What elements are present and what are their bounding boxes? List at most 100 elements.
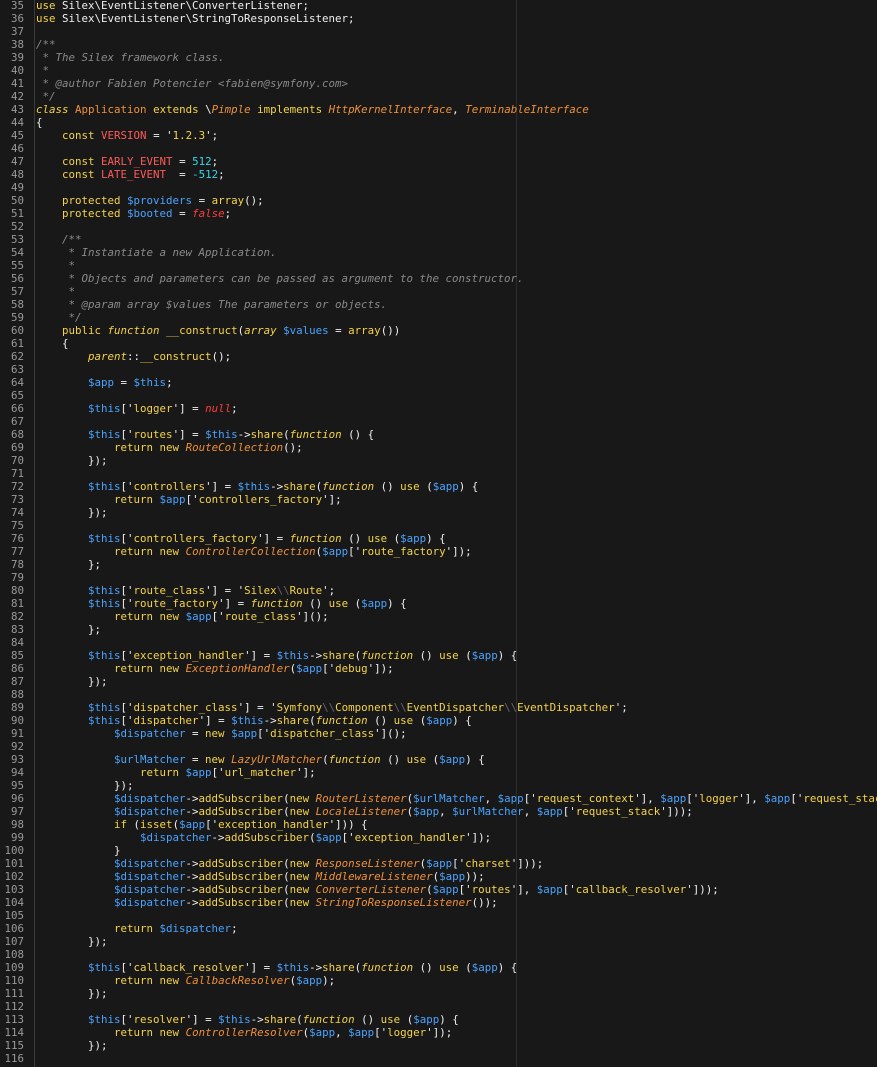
code-line[interactable]: 60 public function __construct(array $va…	[0, 324, 877, 337]
code-token: array	[348, 324, 381, 337]
code-line[interactable]: 66 $this['logger'] = null;	[0, 402, 877, 415]
code-line[interactable]: 57 *	[0, 285, 877, 298]
code-line[interactable]: 99 $dispatcher->addSubscriber($app['exce…	[0, 831, 877, 844]
code-line[interactable]: 115 });	[0, 1039, 877, 1052]
code-line[interactable]: 107 });	[0, 935, 877, 948]
code-line[interactable]: 81 $this['route_factory'] = function () …	[0, 597, 877, 610]
code-line[interactable]: 43 class Application extends \Pimple impl…	[0, 103, 877, 116]
code-line[interactable]: 51 protected $booted = false;	[0, 207, 877, 220]
code-line[interactable]: 90 $this['dispatcher'] = $this->share(fu…	[0, 714, 877, 727]
code-line[interactable]: 38 /**	[0, 38, 877, 51]
code-line[interactable]: 37	[0, 25, 877, 38]
code-line[interactable]: 97 $dispatcher->addSubscriber(new Locale…	[0, 805, 877, 818]
code-line[interactable]: 54 * Instantiate a new Application.	[0, 246, 877, 259]
code-line[interactable]: 94 return $app['url_matcher'];	[0, 766, 877, 779]
code-line[interactable]: 62 parent::__construct();	[0, 350, 877, 363]
code-editor[interactable]: 35 use Silex\EventListener\ConverterListe…	[0, 0, 877, 1067]
code-line[interactable]: 78 };	[0, 558, 877, 571]
code-line[interactable]: 105	[0, 909, 877, 922]
code-line[interactable]: 39 * The Silex framework class.	[0, 51, 877, 64]
line-number: 108	[4, 948, 24, 961]
code-line[interactable]: 95 });	[0, 779, 877, 792]
code-token: ,	[439, 805, 453, 818]
code-line[interactable]: 91 $dispatcher = new $app['dispatcher_cl…	[0, 727, 877, 740]
code-line[interactable]: 65	[0, 389, 877, 402]
code-token: ->	[309, 649, 323, 662]
code-line[interactable]: 114 return new ControllerResolver($app, …	[0, 1026, 877, 1039]
code-line[interactable]: 85 $this['exception_handler'] = $this->s…	[0, 649, 877, 662]
code-line[interactable]: 64 $app = $this;	[0, 376, 877, 389]
code-line[interactable]: 58 * @param array $values The parameters…	[0, 298, 877, 311]
code-line[interactable]: 100 }	[0, 844, 877, 857]
code-line[interactable]: 89 $this['dispatcher_class'] = 'Symfony\…	[0, 701, 877, 714]
code-line[interactable]: 112	[0, 1000, 877, 1013]
code-line[interactable]: 48 const LATE_EVENT = -512;	[0, 168, 877, 181]
code-line[interactable]: 41 * @author Fabien Potencier <fabien@sy…	[0, 77, 877, 90]
code-line[interactable]: 101 $dispatcher->addSubscriber(new Respo…	[0, 857, 877, 870]
code-lines[interactable]: 35 use Silex\EventListener\ConverterListe…	[0, 0, 877, 1065]
code-line[interactable]: 76 $this['controllers_factory'] = functi…	[0, 532, 877, 545]
code-line[interactable]: 113 $this['resolver'] = $this->share(fun…	[0, 1013, 877, 1026]
code-line[interactable]: 79	[0, 571, 877, 584]
code-line[interactable]: 86 return new ExceptionHandler($app['deb…	[0, 662, 877, 675]
code-text: $this['routes'] = $this->share(function …	[36, 428, 374, 441]
code-line[interactable]: 82 return new $app['route_class']();	[0, 610, 877, 623]
code-token: Component	[335, 701, 394, 714]
code-line[interactable]: 87 });	[0, 675, 877, 688]
code-line[interactable]: 104 $dispatcher->addSubscriber(new Strin…	[0, 896, 877, 909]
code-line[interactable]: 49	[0, 181, 877, 194]
code-line[interactable]: 103 $dispatcher->addSubscriber(new Conve…	[0, 883, 877, 896]
code-token: ) {	[387, 597, 407, 610]
code-line[interactable]: 56 * Objects and parameters can be passe…	[0, 272, 877, 285]
code-line[interactable]: 110 return new CallbackResolver($app);	[0, 974, 877, 987]
code-line[interactable]: 116	[0, 1052, 877, 1065]
code-line[interactable]: 63	[0, 363, 877, 376]
code-line[interactable]: 98 if (isset($app['exception_handler']))…	[0, 818, 877, 831]
code-line[interactable]: 45 const VERSION = '1.2.3';	[0, 129, 877, 142]
code-line[interactable]: 102 $dispatcher->addSubscriber(new Middl…	[0, 870, 877, 883]
code-line[interactable]: 68 $this['routes'] = $this->share(functi…	[0, 428, 877, 441]
code-line[interactable]: 44 {	[0, 116, 877, 129]
code-line[interactable]: 93 $urlMatcher = new LazyUrlMatcher (func…	[0, 753, 877, 766]
code-line[interactable]: 69 return new RouteCollection();	[0, 441, 877, 454]
code-line[interactable]: 35 use Silex\EventListener\ConverterListe…	[0, 0, 877, 12]
code-line[interactable]: 70 });	[0, 454, 877, 467]
code-line[interactable]: 108	[0, 948, 877, 961]
code-line[interactable]: 88	[0, 688, 877, 701]
code-line[interactable]: 42 */	[0, 90, 877, 103]
code-line[interactable]: 36 use Silex\EventListener\StringToRespon…	[0, 12, 877, 25]
code-line[interactable]: 106 return $dispatcher;	[0, 922, 877, 935]
code-line[interactable]: 46	[0, 142, 877, 155]
code-text: const EARLY_EVENT = 512;	[36, 155, 218, 168]
code-text: $dispatcher->addSubscriber(new StringToR…	[36, 896, 498, 909]
code-line[interactable]: 77 return new ControllerCollection($app[…	[0, 545, 877, 558]
code-line[interactable]: 47 const EARLY_EVENT = 512;	[0, 155, 877, 168]
code-line[interactable]: 84	[0, 636, 877, 649]
code-line[interactable]: 75	[0, 519, 877, 532]
code-line[interactable]: 50 protected $providers = array();	[0, 194, 877, 207]
code-line[interactable]: 59 */	[0, 311, 877, 324]
line-number: 64	[10, 376, 24, 389]
code-line[interactable]: 55 *	[0, 259, 877, 272]
code-line[interactable]: 74 });	[0, 506, 877, 519]
code-line[interactable]: 73 return $app['controllers_factory'];	[0, 493, 877, 506]
code-line[interactable]: 72 $this['controllers'] = $this->share(f…	[0, 480, 877, 493]
code-line[interactable]: 92	[0, 740, 877, 753]
code-line[interactable]: 109 $this['callback_resolver'] = $this->…	[0, 961, 877, 974]
code-token: $this	[88, 649, 121, 662]
code-line[interactable]: 52	[0, 220, 877, 233]
code-line[interactable]: 111 });	[0, 987, 877, 1000]
code-line[interactable]: 67	[0, 415, 877, 428]
line-number: 47	[10, 155, 24, 168]
code-line[interactable]: 96 $dispatcher->addSubscriber(new Router…	[0, 792, 877, 805]
code-line[interactable]: 53 /**	[0, 233, 877, 246]
code-line[interactable]: 40 *	[0, 64, 877, 77]
code-line[interactable]: 71	[0, 467, 877, 480]
code-line[interactable]: 61 {	[0, 337, 877, 350]
code-line[interactable]: 83 };	[0, 623, 877, 636]
code-line[interactable]: 80 $this['route_class'] = 'Silex\\Route'…	[0, 584, 877, 597]
code-token: exception_handler	[133, 649, 245, 662]
